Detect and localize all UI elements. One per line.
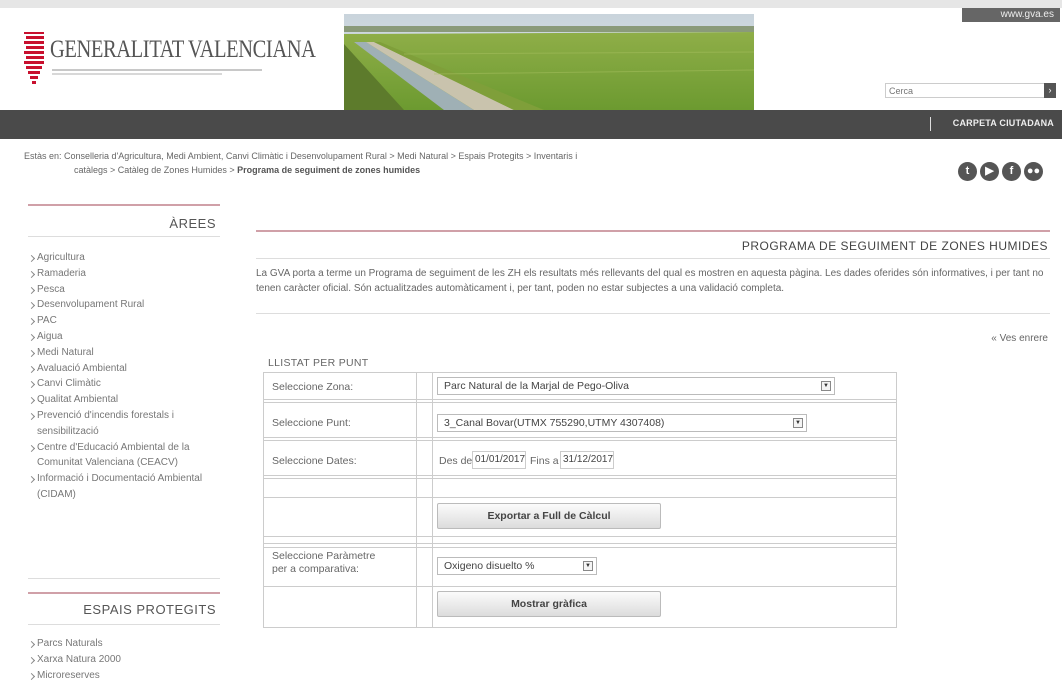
row-line (264, 547, 896, 548)
generalitat-logo-text[interactable]: GENERALITAT VALENCIANA (50, 36, 316, 64)
intro-paragraph: La GVA porta a terme un Programa de segu… (256, 268, 1044, 294)
sidebar-item[interactable]: Microreserves (28, 668, 224, 684)
facebook-icon[interactable]: f (1002, 162, 1021, 181)
sidebar-item[interactable]: Xarxa Natura 2000 (28, 652, 224, 668)
date-from-input[interactable]: 01/01/2017 (472, 451, 526, 469)
punt-select[interactable]: 3_Canal Bovar(UTMX 755290,UTMY 4307408) … (437, 414, 807, 432)
page-title: PROGRAMA DE SEGUIMENT DE ZONES HUMIDES (741, 239, 1048, 253)
nav-separator (930, 117, 931, 131)
arees-bottom-rule (28, 236, 220, 237)
row-line (264, 437, 896, 438)
sidebar-item[interactable]: Centre d'Educació Ambiental de la Comuni… (28, 440, 224, 472)
sidebar-item[interactable]: Pesca (28, 282, 224, 298)
llistat-label: LLISTAT PER PUNT (268, 357, 369, 369)
espais-title: ESPAIS PROTEGITS (83, 602, 216, 617)
sidebar-item[interactable]: Qualitat Ambiental (28, 392, 224, 408)
espais-bottom-rule (28, 624, 220, 625)
intro-rule (256, 313, 1050, 314)
espais-top-rule (28, 592, 220, 594)
logo-subtitle-line-2 (52, 73, 222, 75)
parametre-label: Seleccione Paràmetre per a comparativa: (272, 550, 375, 576)
back-link[interactable]: « Ves enrere (991, 333, 1048, 344)
search-button-icon[interactable]: › (1044, 83, 1056, 98)
top-nav-bar (0, 110, 1062, 139)
export-spreadsheet-button[interactable]: Exportar a Full de Càlcul (437, 503, 661, 529)
main-top-rule (256, 230, 1050, 232)
punt-label: Seleccione Punt: (272, 417, 351, 429)
main-title-rule (256, 258, 1050, 259)
filter-form: Seleccione Zona: Parc Natural de la Marj… (263, 372, 897, 628)
arees-title: ÀREES (169, 216, 216, 231)
breadcrumb-line-2[interactable]: catàlegs > Catàleg de Zones Humides > Pr… (24, 163, 784, 177)
form-divider-2 (432, 373, 433, 627)
sidebar-item[interactable]: Aigua (28, 329, 224, 345)
arees-top-rule (28, 204, 220, 206)
breadcrumb-prefix[interactable]: catàlegs > Catàleg de Zones Humides > (74, 165, 237, 175)
row-line (264, 536, 896, 537)
zona-label: Seleccione Zona: (272, 381, 354, 393)
sidebar-item[interactable]: Desenvolupament Rural (28, 297, 224, 313)
row-line (264, 478, 896, 479)
row-line (264, 497, 896, 498)
sidebar-item[interactable]: PAC (28, 313, 224, 329)
parametre-label-line-1: Seleccione Paràmetre (272, 550, 376, 562)
date-to-input[interactable]: 31/12/2017 (560, 451, 614, 469)
row-line (264, 402, 896, 403)
row-line (264, 475, 896, 476)
breadcrumb-line-1[interactable]: Estàs en: Conselleria d'Agricultura, Med… (24, 149, 784, 163)
punt-select-value: 3_Canal Bovar(UTMX 755290,UTMY 4307408) (444, 417, 665, 429)
twitter-icon[interactable]: t (958, 162, 977, 181)
logo-subtitle-line (52, 69, 262, 71)
search-input[interactable] (886, 84, 1032, 97)
arees-list: Agricultura Ramaderia Pesca Desenvolupament… (28, 250, 224, 503)
parametre-select[interactable]: Oxigeno disuelto % ▼ (437, 557, 597, 575)
arees-end-rule (28, 578, 220, 579)
form-divider (416, 373, 417, 627)
generalitat-logo-icon[interactable] (22, 32, 48, 84)
breadcrumb: Estàs en: Conselleria d'Agricultura, Med… (24, 149, 784, 177)
youtube-icon[interactable]: ▶ (980, 162, 999, 181)
sidebar-item[interactable]: Medi Natural (28, 345, 224, 361)
sidebar-item[interactable]: Agricultura (28, 250, 224, 266)
chevron-down-icon[interactable]: ▼ (821, 381, 831, 391)
row-line (264, 543, 896, 544)
chevron-down-icon[interactable]: ▼ (793, 418, 803, 428)
row-line (264, 586, 896, 587)
sidebar-item[interactable]: Parcs Naturals (28, 636, 224, 652)
carpeta-ciutadana-link[interactable]: CARPETA CIUTADANA (953, 118, 1054, 128)
flickr-icon[interactable]: ●● (1024, 162, 1043, 181)
sidebar-item[interactable]: Informació i Documentació Ambiental (CID… (28, 471, 224, 503)
row-line (264, 440, 896, 441)
chevron-down-icon[interactable]: ▼ (583, 561, 593, 571)
sidebar-item[interactable]: Avaluació Ambiental (28, 361, 224, 377)
breadcrumb-current: Programa de seguiment de zones humides (237, 165, 421, 175)
des-de-label: Des de (439, 455, 473, 467)
espais-list: Parcs Naturals Xarxa Natura 2000 Microrese… (28, 636, 224, 683)
row-line (264, 399, 896, 400)
show-chart-button[interactable]: Mostrar gràfica (437, 591, 661, 617)
fins-a-label: Fins a (530, 455, 559, 467)
sidebar-item[interactable]: Prevenció d'incendis forestals i sensibi… (28, 408, 224, 440)
search-field[interactable] (885, 83, 1045, 98)
zona-select[interactable]: Parc Natural de la Marjal de Pego-Oliva … (437, 377, 835, 395)
wetland-banner-image (344, 14, 754, 110)
sidebar-item[interactable]: Ramaderia (28, 266, 224, 282)
zona-select-value: Parc Natural de la Marjal de Pego-Oliva (444, 380, 630, 392)
dates-label: Seleccione Dates: (272, 455, 357, 467)
top-strip (0, 0, 1062, 8)
gva-site-link[interactable]: www.gva.es (962, 8, 1060, 22)
parametre-select-value: Oxigeno disuelto % (444, 560, 535, 572)
parametre-label-line-2: per a comparativa: (272, 563, 359, 575)
sidebar-item[interactable]: Canvi Climàtic (28, 376, 224, 392)
